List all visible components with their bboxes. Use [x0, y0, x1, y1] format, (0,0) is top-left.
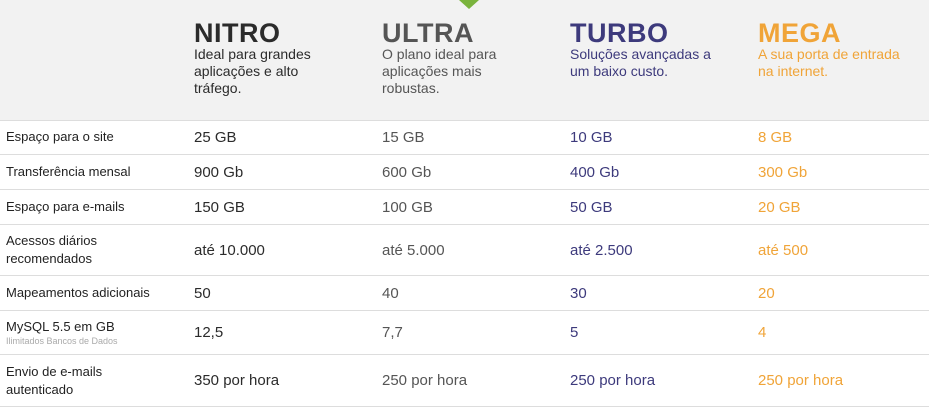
row-sublabel: Ilimitados Bancos de Dados — [6, 336, 118, 346]
table-row-additional-mappings: Mapeamentos adicionais 50 40 30 20 — [0, 276, 929, 311]
plan-name-mega: MEGA — [758, 18, 841, 48]
value-nitro: 25 GB — [194, 128, 237, 146]
row-label: Envio de e-mails autenticado — [6, 355, 186, 406]
value-mega: 20 GB — [758, 198, 801, 216]
value-nitro: 50 — [194, 284, 211, 302]
value-mega: 300 Gb — [758, 163, 808, 181]
row-label-text: Mapeamentos adicionais — [6, 285, 150, 300]
value-ultra: 600 Gb — [382, 163, 432, 181]
row-label-text: recomendados — [6, 251, 92, 266]
table-row-site-space: Espaço para o site 25 GB 15 GB 10 GB 8 G… — [0, 120, 929, 155]
value-ultra: até 5.000 — [382, 241, 445, 259]
table-row-email-space: Espaço para e-mails 150 GB 100 GB 50 GB … — [0, 190, 929, 225]
value-turbo: 5 — [570, 324, 579, 341]
plan-turbo[interactable]: TURBO Soluções avançadas a um baixo cust… — [570, 0, 750, 120]
plan-desc-line: na internet. — [758, 63, 829, 79]
value-mega: 250 por hora — [758, 372, 844, 389]
plan-desc-turbo: Soluções avançadas a um baixo custo. — [570, 46, 711, 80]
row-label-text: Transferência mensal — [6, 164, 131, 179]
plan-desc-line: Ideal para grandes — [194, 46, 311, 62]
value-mega: 4 — [758, 324, 767, 341]
row-label: Espaço para o site — [6, 120, 186, 154]
row-label: Transferência mensal — [6, 155, 186, 189]
table-row-mysql: MySQL 5.5 em GB Ilimitados Bancos de Dad… — [0, 311, 929, 355]
value-turbo: 10 GB — [570, 128, 613, 146]
plan-desc-line: A sua porta de entrada — [758, 46, 900, 62]
plan-desc-line: O plano ideal para — [382, 46, 497, 62]
plan-desc-line: aplicações mais — [382, 63, 482, 79]
table-row-authenticated-email: Envio de e-mails autenticado 350 por hor… — [0, 355, 929, 407]
plan-ultra[interactable]: ULTRA O plano ideal para aplicações mais… — [382, 0, 562, 120]
plan-name-nitro: NITRO — [194, 18, 281, 48]
value-mega: 8 GB — [758, 128, 793, 146]
plan-nitro[interactable]: NITRO Ideal para grandes aplicações e al… — [194, 0, 374, 120]
row-label-text: Envio de e-mails — [6, 363, 103, 379]
value-nitro: 900 Gb — [194, 163, 244, 181]
value-ultra: 100 GB — [382, 198, 433, 216]
plan-mega[interactable]: MEGA A sua porta de entrada na internet. — [758, 0, 929, 120]
row-label-text: Espaço para o site — [6, 129, 114, 144]
plan-desc-line: aplicações e alto — [194, 63, 299, 79]
plan-desc-line: Soluções avançadas a — [570, 46, 711, 62]
value-nitro: 12,5 — [194, 324, 224, 341]
row-label: MySQL 5.5 em GB Ilimitados Bancos de Dad… — [6, 311, 186, 354]
plan-name-turbo: TURBO — [570, 18, 669, 48]
plan-desc-nitro: Ideal para grandes aplicações e alto trá… — [194, 46, 311, 97]
value-ultra: 250 por hora — [382, 372, 468, 389]
value-mega: 20 — [758, 284, 775, 302]
value-mega: até 500 — [758, 241, 809, 259]
row-label-text: MySQL 5.5 em GB — [6, 319, 115, 334]
plan-desc-ultra: O plano ideal para aplicações mais robus… — [382, 46, 496, 97]
plan-desc-line: robustas. — [382, 80, 440, 96]
value-ultra: 7,7 — [382, 324, 403, 341]
table-row-daily-access: Acessos diários recomendados até 10.000 … — [0, 225, 929, 276]
value-turbo: 50 GB — [570, 198, 613, 216]
value-nitro: 150 GB — [194, 198, 245, 216]
value-turbo: 30 — [570, 284, 587, 302]
value-ultra: 40 — [382, 284, 399, 302]
table-row-monthly-transfer: Transferência mensal 900 Gb 600 Gb 400 G… — [0, 155, 929, 190]
plan-desc-line: tráfego. — [194, 80, 242, 96]
value-turbo: 400 Gb — [570, 163, 620, 181]
plan-desc-mega: A sua porta de entrada na internet. — [758, 46, 900, 80]
plans-header: NITRO Ideal para grandes aplicações e al… — [0, 0, 929, 121]
row-label-text: autenticado — [6, 381, 74, 397]
row-label-text: Acessos diários — [6, 233, 98, 248]
value-turbo: 250 por hora — [570, 372, 656, 389]
row-label: Acessos diários recomendados — [6, 225, 186, 275]
value-ultra: 15 GB — [382, 128, 425, 146]
row-label: Espaço para e-mails — [6, 190, 186, 224]
value-nitro: 350 por hora — [194, 372, 280, 389]
plan-desc-line: um baixo custo. — [570, 63, 669, 79]
value-nitro: até 10.000 — [194, 241, 265, 259]
value-turbo: até 2.500 — [570, 241, 633, 259]
plan-name-ultra: ULTRA — [382, 18, 474, 48]
row-label-text: Espaço para e-mails — [6, 199, 125, 214]
row-label: Mapeamentos adicionais — [6, 276, 186, 310]
